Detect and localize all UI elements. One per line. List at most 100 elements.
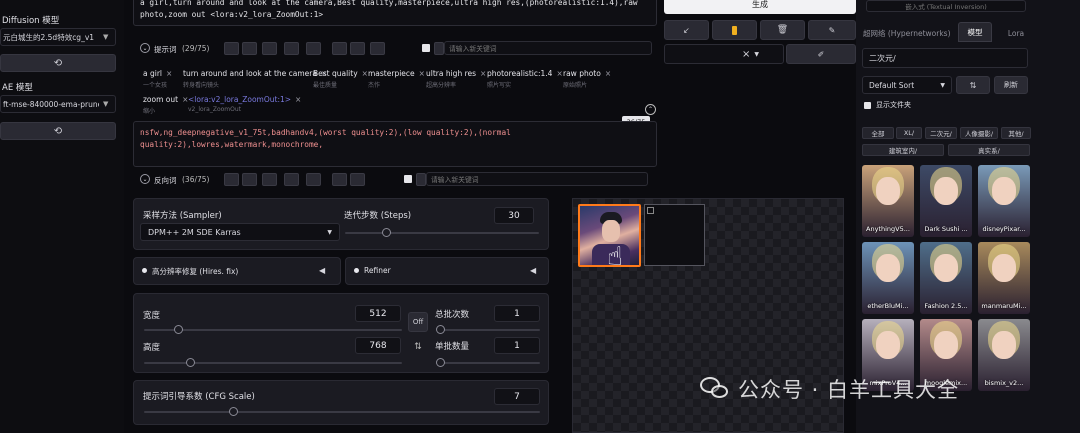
steps-input[interactable]: 30 — [494, 207, 534, 224]
keyword-checkbox[interactable] — [422, 44, 430, 52]
model-card[interactable]: disneyPixar... — [978, 165, 1030, 237]
cfg-slider[interactable] — [144, 407, 540, 416]
model-folder-field[interactable]: 二次元/ — [862, 48, 1028, 68]
aspect-lock-button[interactable]: Off — [408, 312, 428, 332]
cfg-input[interactable]: 7 — [494, 388, 540, 405]
paste-button[interactable] — [712, 20, 757, 40]
filter-anime[interactable]: 二次元/ — [925, 127, 957, 139]
collapse-icon[interactable]: ⌄ — [140, 174, 150, 184]
prompt-tag[interactable]: Best quality × 最佳质量 — [313, 69, 368, 89]
keyword-input[interactable]: 请输入新关键词 — [426, 172, 648, 186]
gear-icon[interactable] — [242, 42, 257, 55]
batch-count-slider[interactable] — [436, 325, 540, 334]
swap-dimensions-button[interactable]: ⇅ — [408, 337, 428, 357]
style-clear-value[interactable]: × — [742, 49, 750, 60]
prompt-textarea[interactable]: a girl,turn around and look at the camer… — [133, 0, 657, 26]
filter-realistic[interactable]: 真实系/ — [948, 144, 1030, 156]
vae-select[interactable]: ft-mse-840000-ema-pruned ▼ — [0, 95, 116, 113]
filter-all[interactable]: 全部 — [862, 127, 894, 139]
prompt-tag[interactable]: zoom out × 缩小 — [143, 95, 188, 115]
filter-other[interactable]: 其他/ — [1001, 127, 1031, 139]
style-select[interactable]: × ▼ — [664, 44, 784, 64]
copy-icon[interactable] — [262, 42, 277, 55]
batch-count-input[interactable]: 1 — [494, 305, 540, 322]
refresh-vae-button[interactable]: ⟲ — [0, 122, 116, 140]
prompt-tag[interactable]: a girl × 一个女孩 — [143, 69, 172, 89]
prompt-tag[interactable]: turn around and look at the camera × 转身看向镜… — [183, 69, 327, 89]
show-dirs-checkbox[interactable] — [864, 102, 871, 109]
read-params-button[interactable]: ↙ — [664, 20, 709, 40]
collapse-negative-icon[interactable]: ⌃ — [645, 104, 656, 115]
watermark: 公众号 · 白羊工具大全 — [700, 372, 959, 406]
model-card[interactable]: etherBluMi... — [862, 242, 914, 314]
keyword-checkbox[interactable] — [404, 175, 412, 183]
gear-icon[interactable] — [242, 173, 257, 186]
tab-models[interactable]: 模型 — [958, 22, 992, 42]
width-slider[interactable] — [144, 325, 402, 334]
show-dirs-label: 显示文件夹 — [876, 101, 911, 109]
tab-lora[interactable]: Lora — [996, 25, 1036, 41]
sampler-select[interactable]: DPM++ 2M SDE Karras ▼ — [140, 223, 340, 241]
filter-portrait[interactable]: 人像摄影/ — [960, 127, 998, 139]
filter-xl[interactable]: XL/ — [896, 127, 922, 139]
generate-button[interactable]: 生成 — [664, 0, 856, 14]
model-card[interactable]: AnythingV5... — [862, 165, 914, 237]
width-slider-handle[interactable] — [173, 325, 183, 334]
tab-hypernetworks[interactable]: 超网络 (Hypernetworks) — [863, 25, 955, 41]
model-card[interactable]: Dark Sushi ... — [920, 165, 972, 237]
model-card[interactable]: Fashion 2.5... — [920, 242, 972, 314]
history-icon[interactable] — [332, 173, 347, 186]
sd-model-select[interactable]: 元白城生的2.5d特效cg_v1 ▼ — [0, 28, 116, 46]
model-card-name: bismix_v2... — [984, 379, 1024, 387]
keyword-input[interactable]: 请输入新关键词 — [444, 41, 652, 55]
prompt-tag[interactable]: ultra high res × 超高分辨率 — [426, 69, 486, 89]
chevron-down-icon: ▼ — [327, 228, 332, 236]
sort-direction-button[interactable]: ⇅ — [956, 76, 990, 94]
negative-prompt-textarea[interactable]: nsfw,ng_deepnegative_v1_75t,badhandv4,(w… — [133, 121, 657, 167]
batch-size-input[interactable]: 1 — [494, 337, 540, 354]
collapse-icon[interactable]: ⌄ — [140, 43, 150, 53]
sort-select[interactable]: Default Sort ▼ — [862, 76, 952, 94]
clear-icon[interactable] — [350, 173, 365, 186]
steps-slider-handle[interactable] — [382, 228, 391, 237]
refresh-models-button[interactable]: 刷新 — [994, 76, 1028, 94]
list-icon[interactable] — [306, 42, 321, 55]
width-input[interactable]: 512 — [355, 305, 401, 322]
save-icon[interactable] — [284, 42, 299, 55]
height-slider[interactable] — [144, 358, 402, 367]
prompt-tag[interactable]: masterpiece × 杰作 — [368, 69, 425, 89]
history-icon[interactable] — [332, 42, 347, 55]
extra-icon[interactable] — [370, 42, 385, 55]
batch-count-slider-handle[interactable] — [436, 325, 445, 334]
prompt-tag[interactable]: photorealistic:1.4 × 照片写实 — [487, 69, 563, 89]
globe-icon[interactable] — [224, 173, 239, 186]
batch-size-slider-handle[interactable] — [436, 358, 445, 367]
filter-architecture-label: 建筑室内/ — [888, 147, 918, 155]
prompt-tag[interactable]: <lora:v2_lora_ZoomOut:1> × v2_lora_ZoomOut — [188, 95, 301, 113]
refresh-sd-model-button[interactable]: ⟲ — [0, 54, 116, 72]
prompt-toolbar: ⌄ 提示词 (29/75) 请输入新关键词 — [138, 41, 653, 58]
trash-button[interactable]: 🗑 — [760, 20, 805, 40]
model-card[interactable]: bismix_v2... — [978, 319, 1030, 391]
textual-inversion-field[interactable]: 嵌入式 (Textual Inversion) — [866, 0, 1026, 12]
expand-arrow-icon: ◀ — [319, 266, 326, 275]
filter-architecture[interactable]: 建筑室内/ — [862, 144, 944, 156]
list-icon[interactable] — [306, 173, 321, 186]
chevron-down-icon: ▼ — [103, 100, 109, 108]
steps-slider[interactable] — [345, 228, 539, 237]
model-folder-value: 二次元/ — [869, 53, 896, 63]
textual-inversion-label: 嵌入式 (Textual Inversion) — [905, 3, 987, 11]
batch-size-slider[interactable] — [436, 358, 540, 367]
clear-icon[interactable] — [350, 42, 365, 55]
model-card[interactable]: manmaruMi... — [978, 242, 1030, 314]
prompt-tag[interactable]: raw photo × 原始照片 — [563, 69, 611, 89]
output-thumbnail-grid[interactable] — [644, 204, 705, 266]
apply-style-button[interactable]: ✎ — [808, 20, 856, 40]
model-card-name: etherBluMi... — [867, 302, 909, 310]
expand-arrow-icon: ◀ — [530, 266, 537, 275]
save-icon[interactable] — [284, 173, 299, 186]
copy-icon[interactable] — [262, 173, 277, 186]
height-input[interactable]: 768 — [355, 337, 401, 354]
globe-icon[interactable] — [224, 42, 239, 55]
edit-style-button[interactable]: ✐ — [786, 44, 856, 64]
